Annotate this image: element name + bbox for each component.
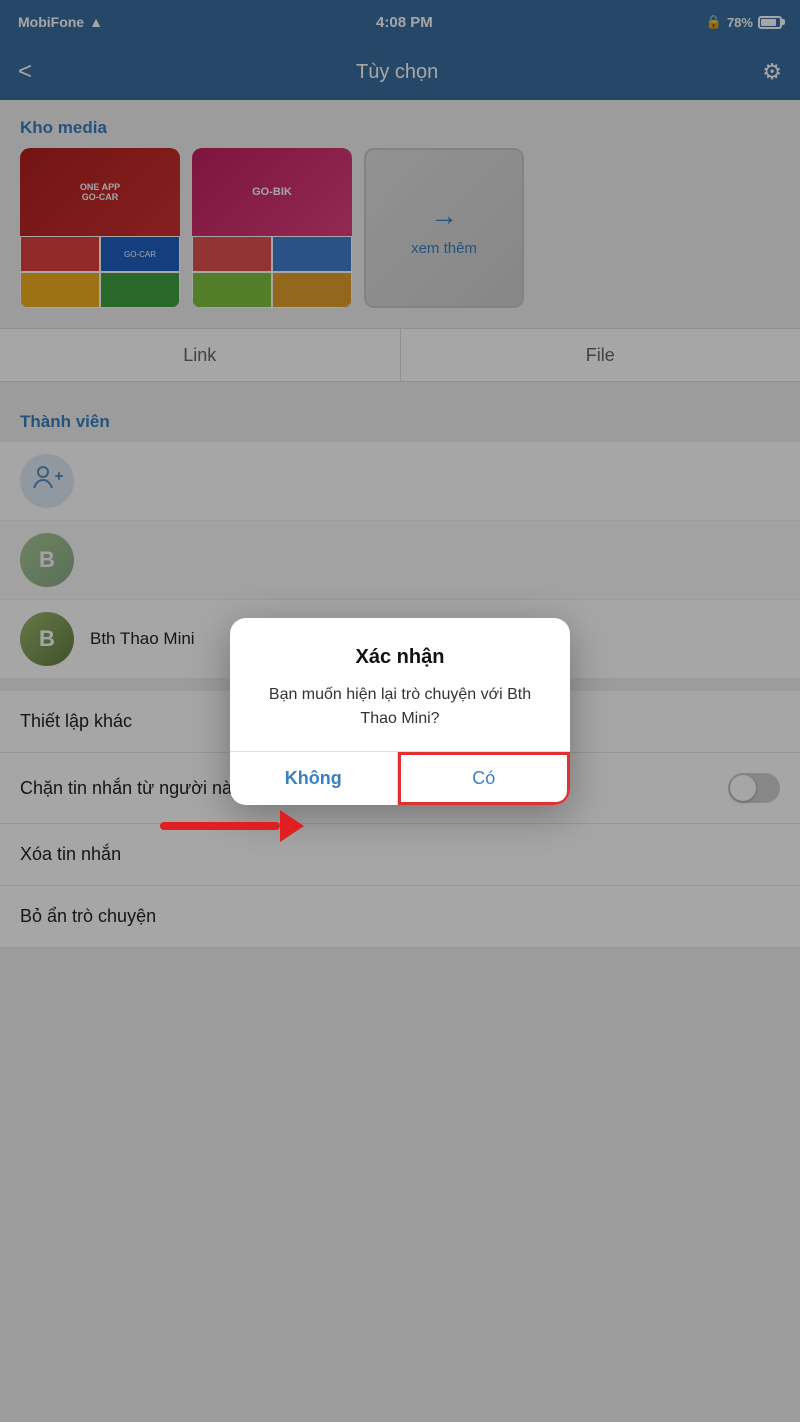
dialog-overlay: Xác nhận Bạn muốn hiện lại trò chuyện vớ… — [0, 0, 800, 1422]
dialog-no-button[interactable]: Không — [230, 752, 398, 805]
dialog-buttons: Không Có — [230, 751, 570, 805]
dialog-yes-button[interactable]: Có — [398, 752, 571, 805]
dialog-title: Xác nhận — [254, 646, 546, 669]
dialog-message: Bạn muốn hiện lại trò chuyện với Bth Tha… — [254, 683, 546, 731]
confirm-dialog: Xác nhận Bạn muốn hiện lại trò chuyện vớ… — [230, 618, 570, 805]
red-arrow-indicator — [160, 810, 304, 842]
arrow-shaft — [160, 822, 280, 830]
dialog-body: Xác nhận Bạn muốn hiện lại trò chuyện vớ… — [230, 618, 570, 751]
arrow-head — [280, 810, 304, 842]
